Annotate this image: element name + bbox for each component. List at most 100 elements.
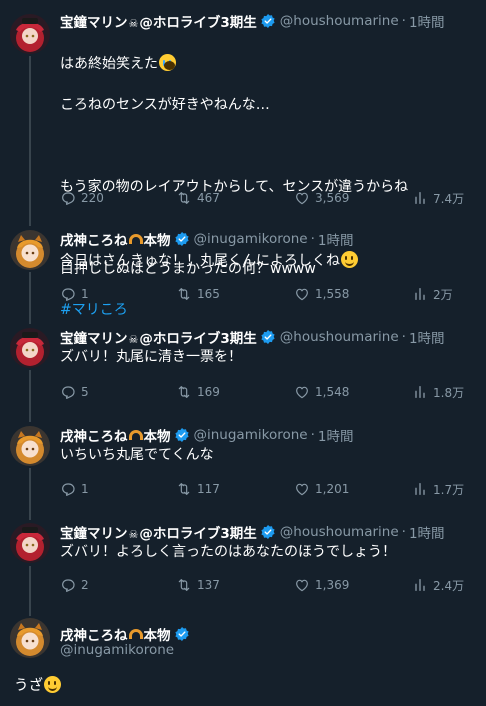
reply-icon — [60, 190, 76, 206]
display-name[interactable]: 宝鐘マリン☠@ホロライブ3期生 — [60, 522, 257, 542]
avatar[interactable] — [10, 618, 50, 658]
smiling-face-emoji-icon — [44, 676, 61, 693]
views-button[interactable]: 2万 — [412, 286, 453, 303]
retweet-icon — [176, 481, 192, 497]
user-handle[interactable]: @houshoumarine — [280, 329, 399, 345]
view-count: 1.7万 — [433, 482, 465, 497]
croissant-icon — [128, 629, 143, 639]
reply-icon — [60, 481, 76, 497]
tweet[interactable]: 宝鐘マリン☠@ホロライブ3期生 @houshoumarine · 1時間 ズバリ… — [0, 521, 486, 601]
like-count: 1,201 — [315, 482, 350, 496]
tweet[interactable]: 戌神ころね 本物 @inugamikorone · 1時間 いちいち丸尾でてくんな… — [0, 424, 486, 504]
timestamp[interactable]: 1時間 — [318, 229, 354, 249]
reply-button[interactable]: 1 — [60, 286, 89, 302]
view-count: 7.4万 — [433, 191, 465, 206]
views-button[interactable]: 2.4万 — [412, 577, 464, 594]
retweet-icon — [176, 190, 192, 206]
bar-chart-icon — [412, 384, 428, 400]
tweet[interactable]: 宝鐘マリン☠@ホロライブ3期生 @houshoumarine · 1時間 ズバリ… — [0, 326, 486, 406]
tweet-actions: 1 165 1,558 2万 — [60, 285, 470, 303]
timestamp[interactable]: 1時間 — [409, 11, 445, 31]
user-handle[interactable]: @inugamikorone — [194, 231, 308, 247]
user-handle[interactable]: @inugamikorone — [60, 642, 174, 658]
reply-count: 1 — [81, 482, 89, 496]
tweet-header: 宝鐘マリン☠@ホロライブ3期生 @houshoumarine · 1時間 — [60, 326, 445, 348]
verified-badge-icon — [174, 231, 190, 247]
views-button[interactable]: 1.7万 — [412, 481, 464, 498]
like-count: 1,548 — [315, 385, 350, 399]
retweet-icon — [176, 577, 192, 593]
like-count: 1,369 — [315, 578, 350, 592]
avatar[interactable] — [10, 230, 50, 270]
tweet-actions: 5 169 1,548 1.8万 — [60, 383, 470, 401]
retweet-count: 169 — [197, 385, 220, 399]
separator-dot: · — [401, 329, 406, 345]
tweet[interactable]: 宝鐘マリン☠@ホロライブ3期生 @houshoumarine · 1時間 はあ終… — [0, 10, 486, 318]
separator-dot: · — [401, 524, 406, 540]
timestamp[interactable]: 1時間 — [409, 327, 445, 347]
view-count: 1.8万 — [433, 385, 465, 400]
retweet-button[interactable]: 467 — [176, 190, 220, 206]
display-name[interactable]: 戌神ころね 本物 — [60, 425, 171, 445]
crying-face-emoji-icon — [159, 53, 176, 71]
bar-chart-icon — [412, 577, 428, 593]
separator-dot: · — [401, 13, 406, 29]
views-button[interactable]: 1.8万 — [412, 384, 464, 401]
views-button[interactable]: 7.4万 — [412, 190, 464, 207]
retweet-button[interactable]: 169 — [176, 384, 220, 400]
skull-crossbones-icon: ☠ — [128, 17, 139, 30]
avatar[interactable] — [10, 426, 50, 466]
avatar[interactable] — [10, 328, 50, 368]
verified-badge-icon — [260, 13, 276, 29]
display-name[interactable]: 宝鐘マリン☠@ホロライブ3期生 — [60, 327, 257, 347]
verified-badge-icon — [260, 524, 276, 540]
view-count: 2万 — [433, 287, 453, 302]
reply-button[interactable]: 2 — [60, 577, 89, 593]
heart-icon — [294, 190, 310, 206]
bar-chart-icon — [412, 286, 428, 302]
like-button[interactable]: 1,201 — [294, 481, 349, 497]
display-name[interactable]: 戌神ころね 本物 — [60, 229, 171, 249]
tweet-text: うざ — [14, 674, 61, 695]
reply-button[interactable]: 1 — [60, 481, 89, 497]
user-handle[interactable]: @inugamikorone — [194, 427, 308, 443]
reply-icon — [60, 384, 76, 400]
bar-chart-icon — [412, 481, 428, 497]
reply-count: 5 — [81, 385, 89, 399]
reply-count: 2 — [81, 578, 89, 592]
heart-icon — [294, 577, 310, 593]
like-button[interactable]: 1,548 — [294, 384, 349, 400]
retweet-count: 137 — [197, 578, 220, 592]
reply-button[interactable]: 5 — [60, 384, 89, 400]
tweet-actions: 220 467 3,569 7.4万 — [60, 189, 470, 207]
tweet[interactable]: 戌神ころね 本物 @inugamikorone · 1時間 今日はさんきゅな！！丸… — [0, 228, 486, 308]
retweet-icon — [176, 286, 192, 302]
avatar[interactable] — [10, 523, 50, 563]
retweet-button[interactable]: 165 — [176, 286, 220, 302]
timestamp[interactable]: 1時間 — [409, 522, 445, 542]
user-handle[interactable]: @houshoumarine — [280, 524, 399, 540]
display-name[interactable]: 戌神ころね 本物 — [60, 624, 194, 644]
avatar[interactable] — [10, 14, 50, 54]
tweet-text: ズバリ！丸尾に清き一票を！ — [60, 349, 242, 365]
retweet-button[interactable]: 137 — [176, 577, 220, 593]
timestamp[interactable]: 1時間 — [318, 425, 354, 445]
display-name[interactable]: 宝鐘マリン☠@ホロライブ3期生 — [60, 11, 257, 31]
user-handle[interactable]: @houshoumarine — [280, 13, 399, 29]
reply-count: 1 — [81, 287, 89, 301]
skull-crossbones-icon: ☠ — [128, 333, 139, 346]
like-button[interactable]: 3,569 — [294, 190, 349, 206]
smiling-face-emoji-icon — [341, 251, 358, 268]
like-count: 3,569 — [315, 191, 350, 205]
tweet-text: いちいち丸尾でてくんな — [60, 447, 214, 463]
retweet-icon — [176, 384, 192, 400]
verified-badge-icon — [174, 626, 190, 642]
view-count: 2.4万 — [433, 578, 465, 593]
like-button[interactable]: 1,558 — [294, 286, 349, 302]
tweet-header: 宝鐘マリン☠@ホロライブ3期生 @houshoumarine · 1時間 — [60, 521, 445, 543]
like-button[interactable]: 1,369 — [294, 577, 349, 593]
bar-chart-icon — [412, 190, 428, 206]
retweet-button[interactable]: 117 — [176, 481, 220, 497]
reply-button[interactable]: 220 — [60, 190, 104, 206]
retweet-count: 117 — [197, 482, 220, 496]
